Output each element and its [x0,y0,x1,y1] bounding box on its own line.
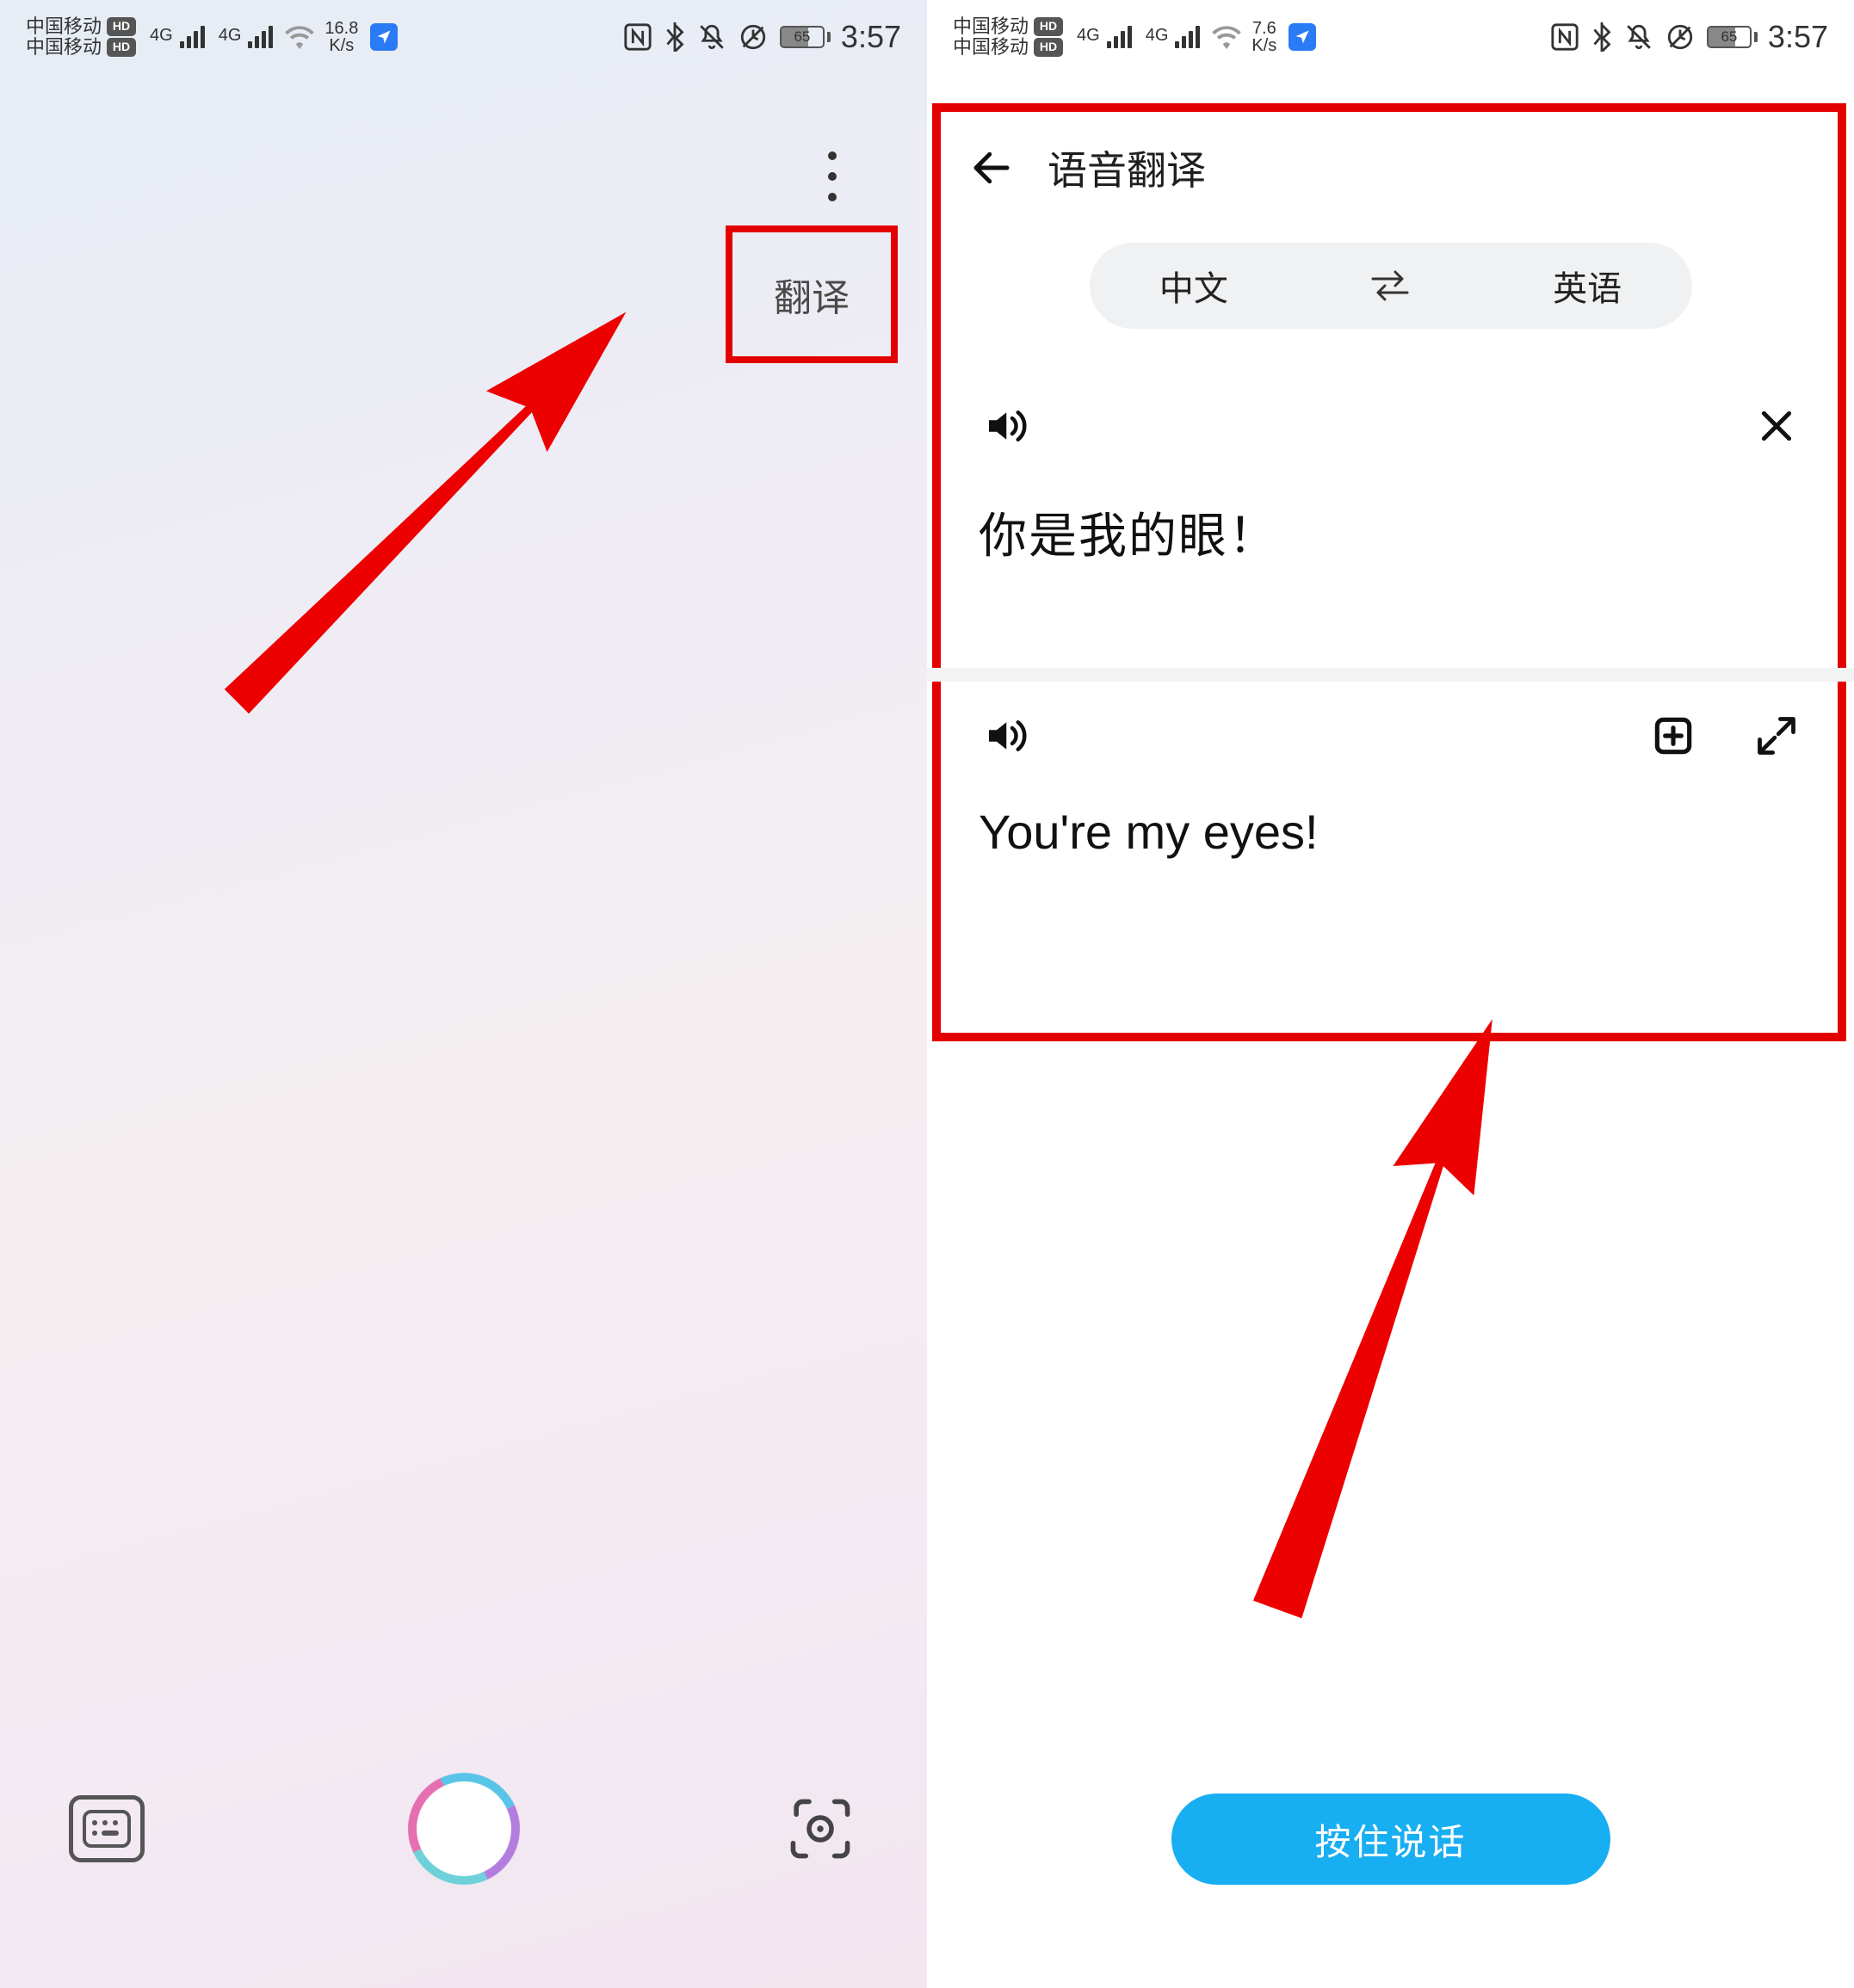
battery-icon: 65 [780,26,831,48]
mute-bell-icon [1624,22,1653,52]
signal-bars-icon [1107,26,1132,48]
hd-badge-icon: HD [107,17,136,36]
hold-to-talk-label: 按住说话 [1314,1813,1466,1866]
source-language-button[interactable]: 中文 [1159,261,1228,311]
annotation-arrow-icon [1065,1016,1684,1670]
more-options-button[interactable] [798,129,867,224]
battery-level: 65 [1707,26,1752,48]
status-right-cluster: 65 3:57 [1538,19,1828,55]
net-label: 4G [1077,26,1100,46]
play-target-audio-button[interactable] [979,710,1030,762]
speed-unit: K/s [324,37,358,54]
section-divider [927,668,1854,682]
nfc-icon [1550,22,1579,52]
net-label: 4G [1146,26,1169,46]
hd-badge-icon: HD [1034,17,1063,36]
keyboard-button[interactable] [69,1795,145,1862]
carrier-label: 中国移动 [953,37,1029,58]
wifi-icon [285,25,314,49]
source-panel: 你是我的眼！ [927,387,1854,567]
status-left-cluster: 中国移动 HD 中国移动 HD 4G 4G 7.6 K/ [953,16,1316,58]
wifi-icon [1212,25,1241,49]
eye-comfort-icon [739,22,768,52]
fullscreen-button[interactable] [1751,710,1802,762]
speed-unit: K/s [1251,37,1276,54]
phone-right: 中国移动 HD 中国移动 HD 4G 4G 7.6 K/ [927,0,1854,1988]
clock-label: 3:57 [1768,19,1828,55]
signal-bars-icon [248,26,273,48]
vision-scan-button[interactable] [782,1795,858,1862]
location-chip-icon [370,23,398,51]
signal-bars-icon [1175,26,1200,48]
clock-label: 3:57 [841,19,901,55]
assistant-bottom-bar [0,1773,927,1885]
clear-source-button[interactable] [1751,400,1802,452]
bluetooth-icon [1591,22,1612,52]
carrier-label: 中国移动 [953,16,1029,37]
signal-block-2: 4G [219,26,274,48]
hold-to-talk-button[interactable]: 按住说话 [1171,1794,1610,1885]
signal-block-2: 4G [1146,26,1201,48]
mute-bell-icon [697,22,726,52]
network-speed: 16.8 K/s [324,20,358,54]
net-label: 4G [219,26,242,46]
hd-badge-icon: HD [1034,38,1063,57]
status-bar: 中国移动 HD 中国移动 HD 4G 4G 16.8 K [0,0,927,65]
back-button[interactable] [961,138,1022,198]
translate-entry-button[interactable]: 翻译 [774,267,850,322]
bluetooth-icon [664,22,685,52]
battery-icon: 65 [1707,26,1758,48]
location-chip-icon [1289,23,1316,51]
status-bar: 中国移动 HD 中国移动 HD 4G 4G 7.6 K/ [927,0,1854,65]
language-selector: 中文 英语 [1090,243,1692,329]
target-panel: You're my eyes! [927,697,1854,860]
speed-value: 7.6 [1251,20,1276,37]
speed-value: 16.8 [324,20,358,37]
carrier-block: 中国移动 HD 中国移动 HD [26,16,136,58]
voice-assistant-button[interactable] [392,1757,535,1901]
status-left-cluster: 中国移动 HD 中国移动 HD 4G 4G 16.8 K [26,16,398,58]
signal-bars-icon [180,26,205,48]
status-right-cluster: 65 3:57 [611,19,901,55]
play-source-audio-button[interactable] [979,400,1030,452]
carrier-block: 中国移动 HD 中国移动 HD [953,16,1063,58]
source-text: 你是我的眼！ [979,497,1802,567]
hd-badge-icon: HD [107,38,136,57]
net-label: 4G [150,26,173,46]
target-text: You're my eyes! [979,804,1802,860]
annotation-arrow-icon [112,284,714,766]
network-speed: 7.6 K/s [1251,20,1276,54]
voice-translate-header: 语音翻译 [927,120,1854,215]
signal-block-1: 4G [150,26,205,48]
eye-comfort-icon [1666,22,1695,52]
nfc-icon [623,22,652,52]
swap-languages-button[interactable] [1368,270,1412,301]
carrier-label: 中国移动 [26,16,102,37]
battery-level: 65 [780,26,825,48]
page-title: 语音翻译 [1048,139,1206,196]
target-language-button[interactable]: 英语 [1553,261,1622,311]
add-to-collection-button[interactable] [1647,710,1699,762]
signal-block-1: 4G [1077,26,1132,48]
phone-left: 中国移动 HD 中国移动 HD 4G 4G 16.8 K [0,0,927,1988]
carrier-label: 中国移动 [26,37,102,58]
translate-entry-highlight: 翻译 [726,225,898,363]
